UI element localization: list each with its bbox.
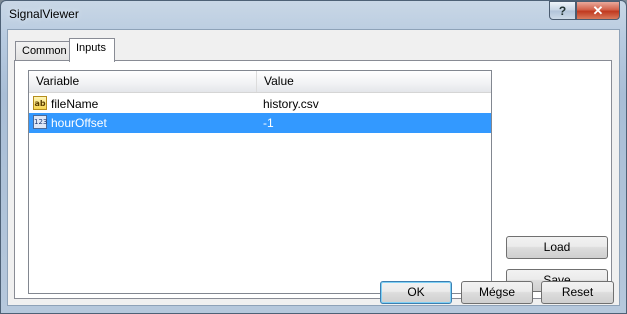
close-button[interactable]: ✕ bbox=[576, 1, 620, 20]
variable-name: fileName bbox=[51, 97, 99, 111]
cancel-button[interactable]: Mégse bbox=[461, 281, 533, 304]
variable-name: hourOffset bbox=[51, 116, 107, 130]
column-header-variable[interactable]: Variable bbox=[29, 71, 257, 92]
ok-button[interactable]: OK bbox=[380, 281, 452, 304]
dialog-window: SignalViewer ? ✕ Common Inputs Variable … bbox=[0, 0, 627, 314]
variable-value[interactable]: -1 bbox=[263, 113, 274, 133]
help-icon: ? bbox=[558, 3, 567, 18]
number-type-icon: 123 bbox=[33, 115, 47, 129]
load-button[interactable]: Load bbox=[506, 236, 608, 259]
dialog-client-area: Common Inputs Variable Value ab fileName… bbox=[7, 29, 620, 306]
tab-common[interactable]: Common bbox=[15, 41, 70, 61]
variable-value[interactable]: history.csv bbox=[263, 94, 319, 114]
inputs-list[interactable]: Variable Value ab fileName history.csv 1… bbox=[28, 70, 492, 294]
help-button[interactable]: ? bbox=[549, 1, 576, 20]
inputs-tab-panel: Variable Value ab fileName history.csv 1… bbox=[14, 60, 612, 299]
tab-inputs[interactable]: Inputs bbox=[69, 38, 115, 62]
string-type-icon: ab bbox=[33, 96, 47, 110]
window-title: SignalViewer bbox=[9, 7, 79, 21]
table-row[interactable]: ab fileName history.csv bbox=[29, 93, 491, 114]
table-row-selected[interactable]: 123 hourOffset -1 bbox=[29, 113, 491, 133]
list-header: Variable Value bbox=[29, 71, 491, 93]
column-header-value[interactable]: Value bbox=[257, 71, 491, 92]
reset-button[interactable]: Reset bbox=[541, 281, 614, 304]
title-bar[interactable]: SignalViewer ? ✕ bbox=[1, 1, 626, 29]
close-icon: ✕ bbox=[592, 2, 604, 18]
